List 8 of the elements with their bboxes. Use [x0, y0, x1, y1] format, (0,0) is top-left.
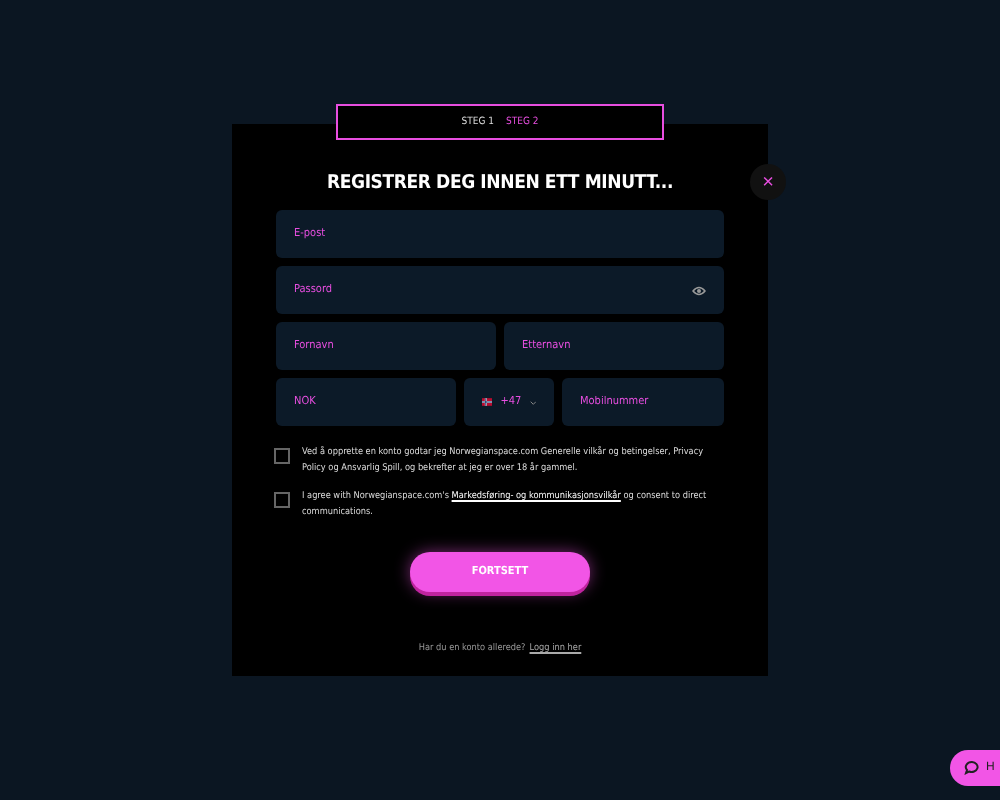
- chevron-down-icon: [529, 399, 536, 405]
- modal-title: REGISTRER DEG INNEN ETT MINUTT...: [326, 172, 673, 194]
- close-button[interactable]: ×: [750, 164, 786, 200]
- chat-icon: [964, 760, 980, 776]
- checkbox[interactable]: [274, 448, 290, 464]
- eye-icon[interactable]: [692, 285, 706, 295]
- checkbox[interactable]: [274, 492, 290, 508]
- flag-icon: [482, 396, 493, 408]
